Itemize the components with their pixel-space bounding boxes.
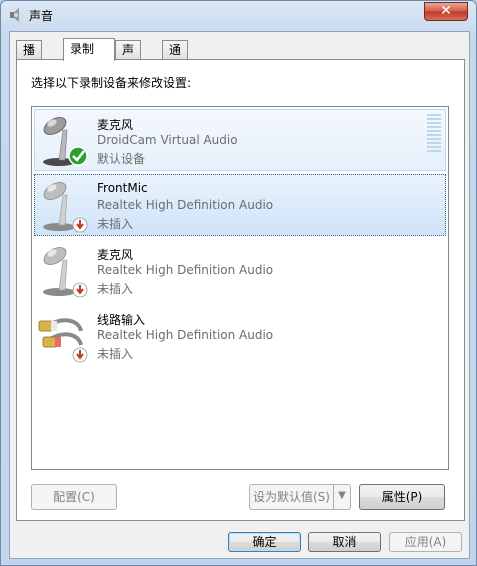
title-bar[interactable]: 声音 ✕ <box>1 1 476 29</box>
device-status: 未插入 <box>97 217 134 231</box>
list-item-realtek-microphone[interactable]: 麦克风 Realtek High Definition Audio 未插入 <box>34 239 446 301</box>
level-meter <box>427 114 441 156</box>
recording-device-list[interactable]: 麦克风 DroidCam Virtual Audio 默认设备 FrontMic… <box>31 106 449 470</box>
close-button[interactable]: ✕ <box>424 2 468 21</box>
configure-button[interactable]: 配置(C) <box>31 484 117 510</box>
apply-button[interactable]: 应用(A) <box>389 532 462 552</box>
unplugged-icon <box>72 282 88 298</box>
recording-tab-panel: 选择以下录制设备来修改设置: 麦克风 DroidCam Virtual Audi… <box>16 59 465 521</box>
instruction-text: 选择以下录制设备来修改设置: <box>31 76 192 90</box>
device-name: 线路输入 <box>97 313 146 327</box>
device-driver: DroidCam Virtual Audio <box>97 133 238 147</box>
device-driver: Realtek High Definition Audio <box>97 198 274 212</box>
list-item-droidcam-microphone[interactable]: 麦克风 DroidCam Virtual Audio 默认设备 <box>34 109 446 171</box>
list-item-line-in[interactable]: 线路输入 Realtek High Definition Audio 未插入 <box>34 304 446 366</box>
list-item-frontmic[interactable]: FrontMic Realtek High Definition Audio 未… <box>34 174 446 236</box>
set-default-label: 设为默认值(S) <box>253 490 330 504</box>
tab-playback[interactable]: 播放 <box>16 40 43 75</box>
tab-recording[interactable]: 录制 <box>63 38 115 61</box>
microphone-icon <box>43 117 88 166</box>
dialog-client-area: 播放 录制 声音 通信 选择以下录制设备来修改设置: <box>9 31 470 559</box>
sound-dialog: 声音 ✕ 播放 录制 声音 通信 选择以下录制设备来修改设置: <box>0 0 477 566</box>
ok-button[interactable]: 确定 <box>228 532 301 552</box>
unplugged-icon <box>72 217 88 233</box>
window-title: 声音 <box>29 9 54 23</box>
tab-communications[interactable]: 通信 <box>162 40 189 75</box>
set-default-split-button[interactable]: 设为默认值(S) ▼ <box>249 484 351 510</box>
device-status: 未插入 <box>97 347 134 361</box>
check-icon <box>68 146 88 166</box>
device-driver: Realtek High Definition Audio <box>97 328 274 342</box>
microphone-icon <box>43 247 88 298</box>
cancel-button[interactable]: 取消 <box>308 532 381 552</box>
device-driver: Realtek High Definition Audio <box>97 263 274 277</box>
properties-button[interactable]: 属性(P) <box>359 484 445 510</box>
line-in-cable-icon <box>38 318 88 363</box>
device-status: 默认设备 <box>97 152 146 166</box>
device-status: 未插入 <box>97 282 134 296</box>
device-name: 麦克风 <box>97 248 134 262</box>
tab-sounds[interactable]: 声音 <box>115 40 142 75</box>
device-name: 麦克风 <box>97 118 134 132</box>
unplugged-icon <box>72 347 88 363</box>
speaker-icon <box>10 8 19 22</box>
chevron-down-icon[interactable]: ▼ <box>333 485 350 509</box>
device-name: FrontMic <box>97 181 148 195</box>
microphone-icon <box>43 182 88 233</box>
